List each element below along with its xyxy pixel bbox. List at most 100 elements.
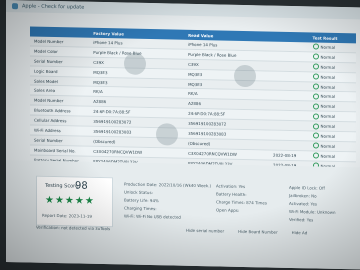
row-label: Bluetooth Address: [34, 107, 71, 114]
test-date: [273, 76, 313, 77]
factory-value: RK/A: [93, 89, 103, 95]
test-result: Normal: [312, 132, 356, 140]
test-date: 2022-08-19: [273, 152, 297, 158]
result-text: Normal: [320, 103, 336, 110]
check-icon: [312, 142, 319, 149]
test-result: Normal: [312, 93, 356, 100]
read-value: C3X04270RNCQVW1DW: [188, 150, 237, 157]
check-icon: [312, 53, 319, 60]
result-text: Normal: [320, 74, 336, 80]
row-label: Cellular Address: [34, 117, 67, 124]
test-date: [273, 135, 313, 136]
test-date: [273, 115, 313, 116]
details-col-1: Production Date: 2022/10/16 (Wk40 Week.)…: [124, 180, 211, 222]
hide-ad-checkbox[interactable]: Hide Ad: [292, 230, 308, 235]
read-value: C39X: [188, 61, 199, 67]
row-label: Model Color: [34, 48, 58, 54]
result-text: Normal: [320, 143, 336, 149]
test-date: [273, 66, 313, 67]
result-text: Normal: [320, 123, 336, 129]
check-icon: [312, 63, 319, 70]
row-label: Sales Model: [34, 78, 58, 84]
read-value: iPhone 14 Plus: [188, 41, 218, 48]
factory-value: 24:6F:D0:7A:88:5F: [93, 108, 131, 115]
result-text: Normal: [320, 153, 336, 159]
check-icon: [312, 152, 319, 159]
result-text: Normal: [320, 113, 336, 120]
row-label: Logic Board: [34, 68, 58, 74]
factory-value: iPhone 14 Plus: [93, 39, 123, 46]
app-icon: [12, 3, 18, 10]
test-result: Normal: [312, 43, 356, 51]
hide-serial-checkbox[interactable]: Hide serial number: [186, 228, 224, 234]
row-label: Mainboard Serial No.: [34, 147, 76, 154]
watermark-icon: [234, 64, 256, 88]
check-icon: [312, 83, 319, 90]
result-text: Normal: [320, 84, 336, 90]
check-icon: [312, 73, 319, 80]
result-text: Normal: [320, 133, 336, 139]
check-icon: [312, 103, 319, 110]
row-label: Serial Number: [34, 58, 63, 64]
result-text: Normal: [320, 44, 336, 50]
hide-board-checkbox[interactable]: Hide Board Number: [238, 229, 278, 235]
details-col-2: Activation: Yes Battery Health: Charge T…: [216, 182, 267, 215]
factory-value: A2886: [93, 99, 107, 105]
read-value: 356919100283072: [188, 120, 227, 127]
header-result: Test Result: [312, 34, 338, 41]
test-result: Normal: [312, 73, 356, 81]
check-icon: [312, 113, 319, 120]
detail-line: Open Apps:: [216, 207, 240, 213]
row-label: Sales Area: [34, 87, 56, 94]
report-date: Report Date: 2023-11-19: [42, 212, 92, 219]
test-date: [273, 145, 313, 146]
read-value: RK/A: [188, 91, 198, 97]
app-window: Apple - Check for update Factory Value R…: [6, 0, 360, 270]
header-read: Read Value: [188, 32, 214, 38]
test-date: [273, 56, 313, 57]
test-result: Normal: [312, 53, 356, 61]
test-date: [273, 46, 313, 47]
test-date: [273, 86, 313, 87]
header-col-0: [30, 32, 93, 33]
check-icon: [312, 93, 319, 100]
header-factory: Factory Value: [93, 30, 124, 36]
test-date: [273, 95, 313, 96]
row-label: Model Number: [34, 38, 64, 45]
factory-value: C3X04270RNCQVW1DW: [93, 148, 143, 155]
rating-stars: ★★★★★: [45, 194, 95, 207]
check-icon: [312, 132, 319, 140]
header-date: [273, 37, 313, 38]
result-text: Normal: [320, 54, 336, 60]
test-result: Normal: [312, 83, 356, 90]
watermark-icon: [156, 123, 178, 146]
row-label: Serial Number: [34, 137, 63, 144]
watermark-icon: [124, 52, 146, 75]
result-text: Normal: [320, 93, 336, 100]
row-label: Model Number: [34, 97, 64, 104]
read-value: MQ3E3: [188, 71, 203, 77]
test-date: [273, 125, 313, 126]
test-date: [273, 105, 313, 106]
read-value: MQ3E3: [188, 81, 203, 87]
read-value: 24:6F:D0:7A:88:5F: [188, 110, 226, 117]
details-col-3: Apple ID Lock: Off Jailbroken: No Activa…: [289, 184, 336, 225]
detail-line: Verified: Yes: [289, 216, 314, 223]
test-result: Normal: [312, 142, 356, 150]
read-value: Purple Black / Rose Blue: [188, 51, 237, 58]
test-result: Normal: [312, 103, 356, 110]
row-label: Wi-Fi Address: [34, 127, 61, 134]
result-text: Normal: [320, 64, 336, 70]
factory-value: MQ3E3: [93, 79, 108, 85]
read-value: 356919100283083: [188, 130, 227, 137]
test-result: Normal: [312, 63, 356, 71]
read-value: A2886: [188, 101, 202, 107]
score-label: Testing Score: [45, 182, 79, 190]
title-bar: Apple - Check for update: [6, 0, 360, 20]
test-result: Normal: [312, 152, 356, 160]
score-value: 98: [75, 180, 88, 192]
window-title: Apple - Check for update: [22, 3, 85, 11]
test-result: Normal: [312, 113, 356, 120]
check-icon: [312, 122, 319, 130]
read-value: (Obscured): [188, 140, 211, 147]
